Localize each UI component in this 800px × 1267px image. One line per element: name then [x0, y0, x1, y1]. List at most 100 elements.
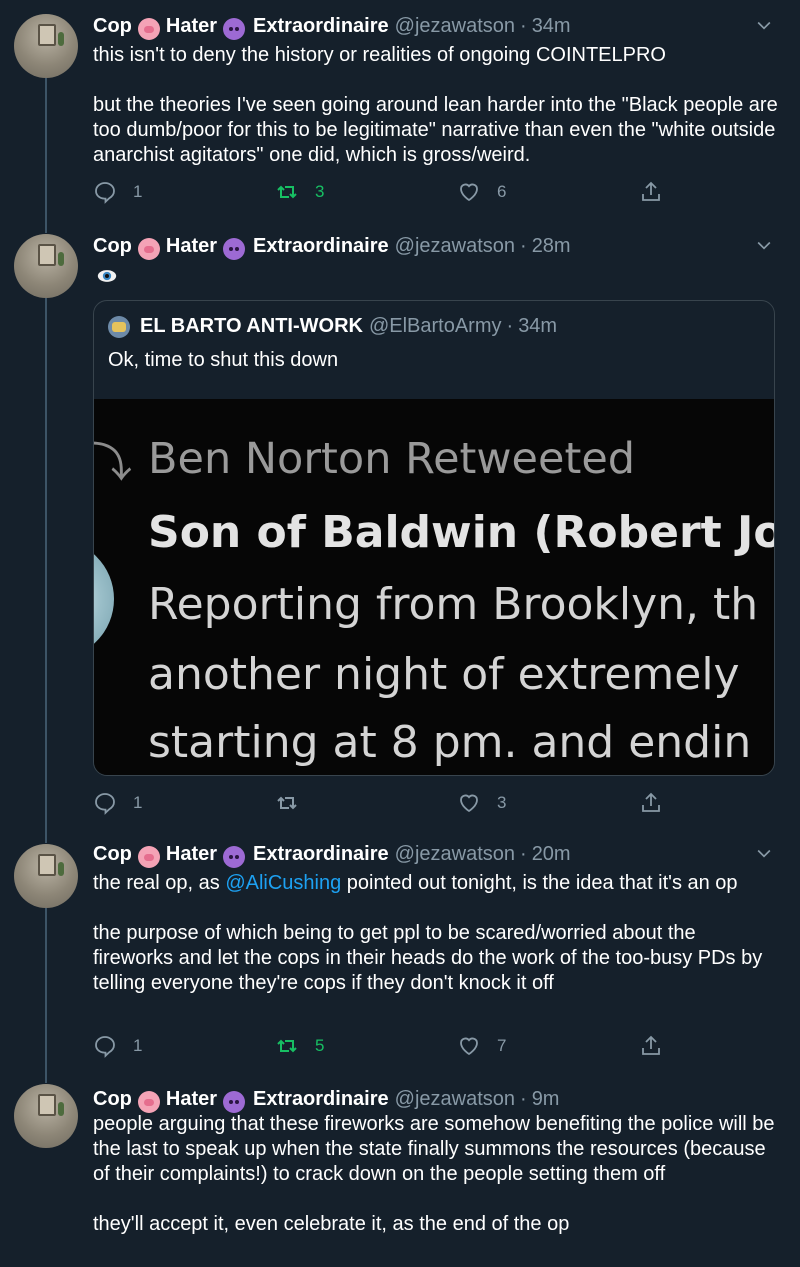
smiling-devil-icon	[223, 846, 246, 868]
separator-dot: ·	[520, 842, 527, 865]
author-name-part1[interactable]: Cop	[93, 1088, 132, 1111]
tweet-header: Cop Hater Extraordinaire @jezawatson · 2…	[93, 841, 780, 868]
avatar[interactable]	[14, 844, 78, 908]
reply-button[interactable]: 1	[93, 791, 142, 815]
pig-face-icon	[137, 18, 160, 40]
image-text-line: another night of extremely	[148, 649, 740, 700]
quoted-avatar[interactable]	[108, 315, 130, 338]
tweet-header: Cop Hater Extraordinaire @jezawatson · 9…	[93, 1086, 780, 1113]
avatar-shelf	[38, 1094, 56, 1116]
share-icon	[642, 1035, 660, 1055]
tweet-timestamp[interactable]: 9m	[532, 1088, 560, 1111]
quoted-tweet-header: EL BARTO ANTI-WORK @ElBartoArmy · 34m	[108, 315, 557, 338]
quoted-tweet-text: Ok, time to shut this down	[108, 349, 339, 371]
timeline: Cop Hater Extraordinaire @jezawatson · 3…	[0, 0, 800, 1267]
retweet-count: 3	[315, 182, 325, 201]
tweet[interactable]: Cop Hater Extraordinaire @jezawatson · 2…	[0, 228, 800, 840]
quoted-timestamp[interactable]: 34m	[518, 315, 557, 338]
share-button[interactable]	[639, 1034, 663, 1058]
share-icon	[642, 792, 660, 812]
tweet-header: Cop Hater Extraordinaire @jezawatson · 2…	[93, 233, 780, 260]
reply-button[interactable]: 1	[93, 180, 142, 204]
author-name-part2[interactable]: Hater	[166, 1088, 217, 1111]
tweet-header: Cop Hater Extraordinaire @jezawatson · 3…	[93, 13, 780, 40]
avatar-shelf	[38, 244, 56, 266]
avatar-plant	[58, 1102, 64, 1116]
like-button[interactable]: 6	[457, 180, 506, 204]
eye-icon	[97, 270, 117, 282]
smiling-devil-icon	[223, 238, 246, 260]
tweet[interactable]: Cop Hater Extraordinaire @jezawatson · 2…	[0, 840, 800, 1080]
author-name-part1[interactable]: Cop	[93, 15, 132, 38]
author-name-part3[interactable]: Extraordinaire	[253, 235, 389, 258]
author-name-part3[interactable]: Extraordinaire	[253, 1088, 389, 1111]
author-handle[interactable]: @jezawatson	[395, 843, 515, 866]
image-text-line: Ben Norton Retweeted	[148, 434, 636, 484]
like-count: 6	[497, 182, 507, 201]
chevron-down-icon[interactable]	[754, 843, 774, 863]
like-count: 7	[497, 1036, 507, 1055]
image-avatar-fragment	[94, 539, 114, 659]
tweet[interactable]: Cop Hater Extraordinaire @jezawatson · 3…	[0, 0, 800, 228]
tweet[interactable]: Cop Hater Extraordinaire @jezawatson · 9…	[0, 1080, 800, 1267]
heart-icon	[460, 794, 478, 813]
separator-dot: ·	[520, 234, 527, 257]
author-name-part2[interactable]: Hater	[166, 843, 217, 866]
avatar-shelf	[38, 854, 56, 876]
author-name-part3[interactable]: Extraordinaire	[253, 843, 389, 866]
smiling-devil-icon	[223, 1091, 246, 1113]
tweet-timestamp[interactable]: 34m	[532, 15, 571, 38]
mention-link[interactable]: @AliCushing	[225, 872, 341, 894]
tweet-text: people arguing that these fireworks are …	[93, 1113, 775, 1235]
share-button[interactable]	[639, 180, 663, 204]
separator-dot: ·	[520, 14, 527, 37]
author-name-part2[interactable]: Hater	[166, 235, 217, 258]
reply-icon	[95, 793, 115, 815]
reply-icon	[95, 182, 115, 204]
tweet-timestamp[interactable]: 20m	[532, 843, 571, 866]
retweet-icon	[277, 185, 297, 199]
retweet-icon	[277, 1039, 297, 1053]
retweet-arrow-icon: ⤵	[94, 439, 133, 486]
author-name-part3[interactable]: Extraordinaire	[253, 15, 389, 38]
author-handle[interactable]: @jezawatson	[395, 15, 515, 38]
retweet-button[interactable]: 5	[275, 1034, 324, 1058]
avatar-shelf	[38, 24, 56, 46]
author-handle[interactable]: @jezawatson	[395, 235, 515, 258]
tweet-timestamp[interactable]: 28m	[532, 235, 571, 258]
reply-count: 1	[133, 182, 143, 201]
author-name-part1[interactable]: Cop	[93, 843, 132, 866]
pig-face-icon	[137, 1091, 160, 1113]
pig-face-icon	[137, 238, 160, 260]
image-text-line: Reporting from Brooklyn, th	[148, 579, 759, 630]
chevron-down-icon[interactable]	[754, 15, 774, 35]
quoted-author-name[interactable]: EL BARTO ANTI-WORK	[140, 315, 363, 338]
retweet-icon	[277, 796, 297, 810]
quoted-tweet[interactable]: EL BARTO ANTI-WORK @ElBartoArmy · 34m Ok…	[93, 300, 775, 776]
tweet-text: the real op, as @AliCushing pointed out …	[93, 871, 780, 996]
avatar[interactable]	[14, 1084, 78, 1148]
like-button[interactable]: 7	[457, 1034, 506, 1058]
share-button[interactable]	[639, 791, 663, 815]
author-name-part1[interactable]: Cop	[93, 235, 132, 258]
reply-count: 1	[133, 793, 143, 812]
like-count: 3	[497, 793, 507, 812]
author-handle[interactable]: @jezawatson	[395, 1088, 515, 1111]
retweet-count: 5	[315, 1036, 325, 1055]
chevron-down-icon[interactable]	[754, 235, 774, 255]
reply-count: 1	[133, 1036, 143, 1055]
avatar[interactable]	[14, 14, 78, 78]
tweet-text: this isn't to deny the history or realit…	[93, 44, 778, 166]
reply-button[interactable]: 1	[93, 1034, 142, 1058]
heart-icon	[460, 183, 478, 202]
tweet-text-part: the real op, as	[93, 872, 226, 894]
quoted-author-handle[interactable]: @ElBartoArmy	[369, 315, 502, 338]
retweet-button[interactable]: 3	[275, 180, 324, 204]
quoted-tweet-image[interactable]: ⤵ Ben Norton Retweeted Son of Baldwin (R…	[94, 399, 775, 775]
image-text-line: Son of Baldwin (Robert Jo	[148, 507, 775, 558]
like-button[interactable]: 3	[457, 791, 506, 815]
heart-icon	[460, 1037, 478, 1056]
avatar[interactable]	[14, 234, 78, 298]
author-name-part2[interactable]: Hater	[166, 15, 217, 38]
retweet-button[interactable]	[275, 791, 315, 815]
